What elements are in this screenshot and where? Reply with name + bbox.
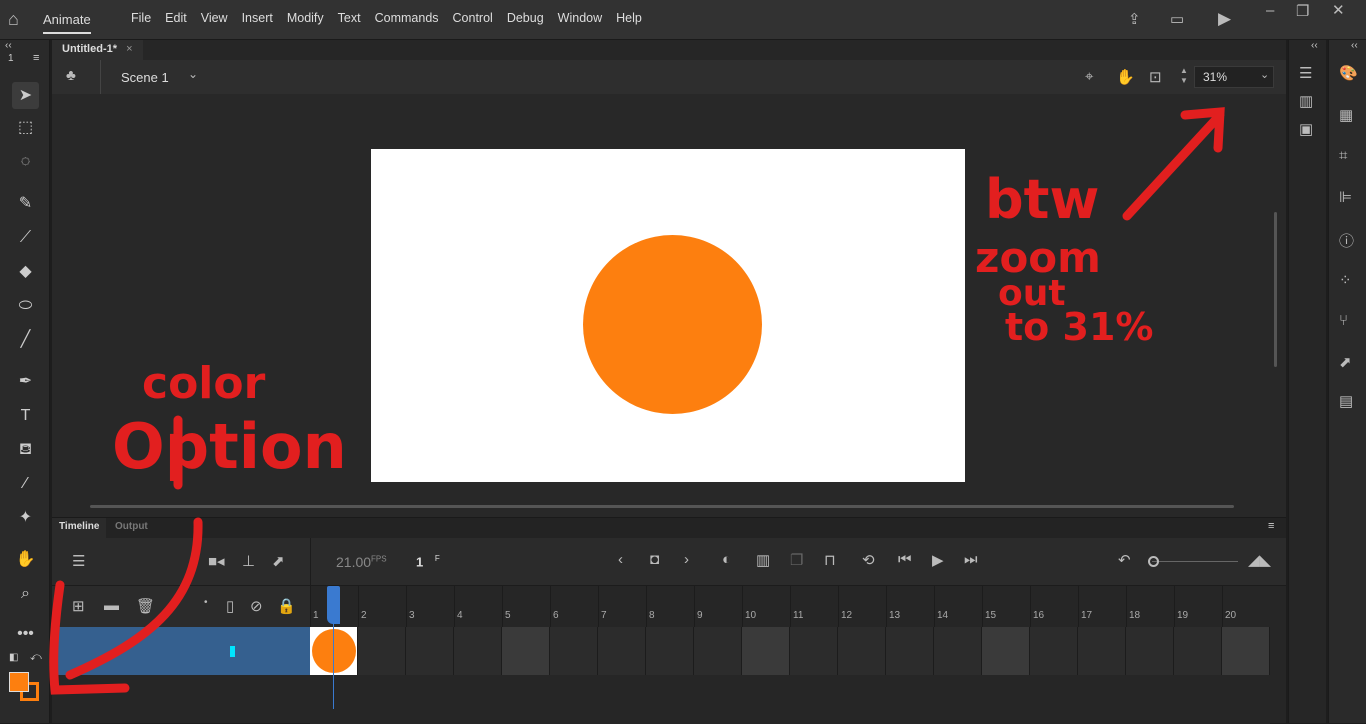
annotation-text-color: color	[142, 358, 266, 409]
annotation-text-option: Option	[112, 410, 347, 483]
red-annotations: btw zoom out to 31% color Option	[49, 107, 1225, 695]
annotation-arrow-to-zoom	[1122, 107, 1225, 221]
annotation-text-to31: to 31%	[1005, 305, 1153, 349]
annotation-text-btw: btw	[985, 168, 1099, 231]
annotation-arrow-to-color	[49, 517, 203, 695]
